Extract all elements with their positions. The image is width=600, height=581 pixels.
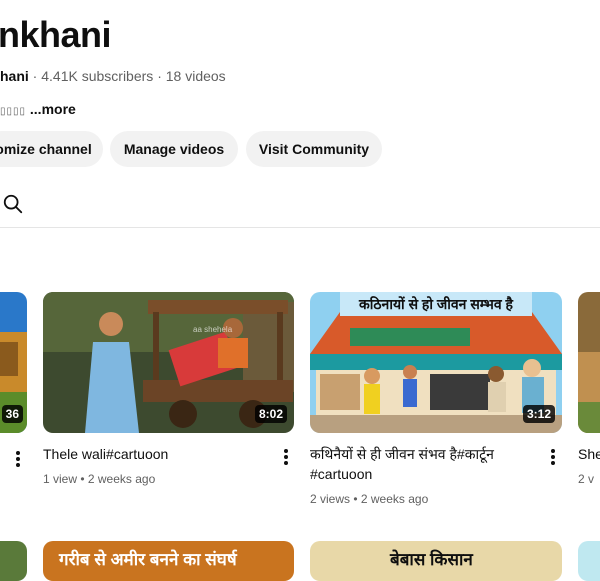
video-thumbnail[interactable]: aa shehela 8:02 [43,292,294,433]
meta-separator: · [157,68,162,84]
video-menu-button[interactable] [283,447,289,467]
description-glyphs: ▯▯▯▯ [0,106,27,117]
video-duration: 8:02 [254,405,287,423]
video-thumbnail[interactable]: बेबास किसान [310,541,562,581]
thumbnail-banner: बेबास किसान [390,550,473,569]
video-meta: 2 v [578,472,595,486]
customize-channel-label: omize channel [0,141,92,157]
customize-channel-button[interactable]: omize channel [0,131,103,167]
thumbnail-banner: गरीब से अमीर बनने का संघर्ष [59,550,237,569]
subscriber-count: 4.41K subscribers [41,68,154,84]
channel-meta: hani · 4.41K subscribers · 18 videos [0,68,226,84]
visit-community-label: Visit Community [258,141,370,157]
channel-description[interactable]: ▯▯▯▯ ...more [0,101,76,117]
video-title[interactable]: Thele wali#cartuoon [43,444,263,464]
thumbnail-banner: कठिनायों से हो जीवन सम्भव है [358,296,513,312]
video-thumbnail[interactable]: 36 [0,292,27,433]
thumbnail-watermark: aa shehela [193,325,233,334]
thumbnail-art [578,292,600,433]
video-thumbnail[interactable]: गरीब से अमीर बनने का संघर्ष [43,541,294,581]
tabs-divider [0,227,600,228]
more-link[interactable]: ...more [30,101,76,117]
channel-handle[interactable]: hani [0,68,29,84]
manage-videos-button[interactable]: Manage videos [110,131,238,167]
video-thumbnail[interactable] [0,541,27,581]
visit-community-button[interactable]: Visit Community [246,131,382,167]
video-meta: 2 views • 2 weeks ago [310,492,429,506]
video-count: 18 videos [165,68,226,84]
channel-name: nkhani [0,14,112,55]
video-menu-button[interactable] [15,449,21,469]
video-duration: 3:12 [522,405,555,423]
meta-separator: · [32,68,38,84]
video-thumbnail[interactable] [578,541,600,581]
video-thumbnail[interactable]: कठिनायों से हो जीवन सम्भव है 3:12 [310,292,562,433]
video-menu-button[interactable] [550,447,556,467]
search-icon[interactable] [2,193,24,215]
video-thumbnail[interactable] [578,292,600,433]
video-duration: 36 [1,405,23,423]
manage-videos-label: Manage videos [123,141,225,157]
video-meta: 1 view • 2 weeks ago [43,472,156,486]
video-title[interactable]: She [578,444,600,464]
video-title[interactable]: कथिनैयों से ही जीवन संभव है#कार्टून #car… [310,444,535,484]
